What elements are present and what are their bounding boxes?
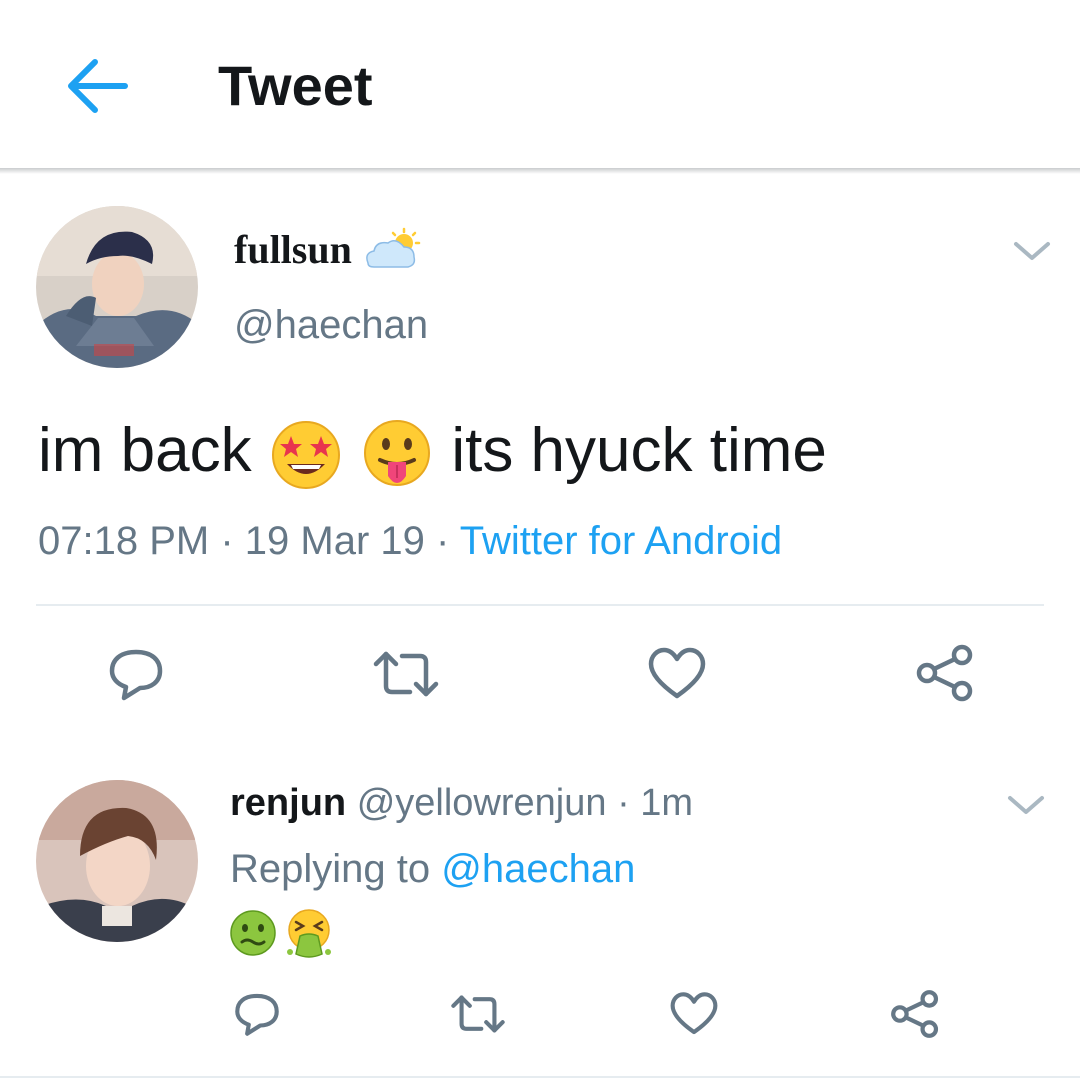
avatar-image <box>36 206 198 368</box>
heart-icon <box>648 647 706 699</box>
vomiting-face-emoji <box>287 909 331 958</box>
reply-button[interactable] <box>100 642 172 706</box>
reply-author-handle[interactable]: @yellowrenjun <box>357 782 607 824</box>
avatar-fullsun[interactable] <box>36 206 198 368</box>
meta-separator: · <box>436 519 450 563</box>
author-display-name: fullsun <box>234 227 352 272</box>
share-button[interactable] <box>910 640 980 706</box>
app-bar-shadow <box>0 168 1080 174</box>
reply-age: 1m <box>640 782 694 824</box>
tweet-time: 07:18 PM <box>38 519 210 563</box>
replying-to-line: Replying to @haechan <box>230 844 635 894</box>
arrow-left-icon <box>68 59 128 113</box>
comment-icon <box>109 649 163 701</box>
reply-text <box>228 908 336 958</box>
reply-retweet-button[interactable] <box>446 988 510 1040</box>
tweet-date: 19 Mar 19 <box>244 519 425 563</box>
back-button[interactable] <box>58 48 134 124</box>
tweet-author-name[interactable]: fullsun <box>234 226 424 274</box>
tweet-menu-button[interactable] <box>1010 238 1054 266</box>
retweet-button[interactable] <box>366 642 446 706</box>
replying-to-mention[interactable]: @haechan <box>441 847 635 891</box>
reply-like-button[interactable] <box>666 988 722 1040</box>
avatar-image <box>36 780 198 942</box>
tweet-text-start: im back <box>38 416 252 485</box>
reply-author-name[interactable]: renjun <box>230 782 346 824</box>
tweet-text: im back its hyuck time <box>38 414 827 492</box>
divider <box>0 1076 1080 1078</box>
page-title: Tweet <box>218 54 373 117</box>
meta-separator: · <box>617 782 630 824</box>
avatar-renjun[interactable] <box>36 780 198 942</box>
tweet-source-link[interactable]: Twitter for Android <box>460 519 782 563</box>
tweet-text-end: its hyuck time <box>451 416 827 485</box>
divider <box>36 604 1044 606</box>
sun-behind-cloud-icon <box>365 227 421 268</box>
retweet-icon <box>451 995 505 1033</box>
tongue-out-emoji <box>364 419 431 486</box>
heart-icon <box>670 992 718 1035</box>
star-struck-emoji <box>271 420 340 489</box>
comment-icon <box>235 993 279 1036</box>
share-icon <box>891 990 939 1038</box>
like-button[interactable] <box>644 642 710 706</box>
author-handle[interactable]: @haechan <box>234 300 428 350</box>
meta-separator: · <box>220 519 234 563</box>
nauseated-face-emoji <box>230 910 276 956</box>
top-app-bar: Tweet <box>0 0 1080 168</box>
replying-to-label: Replying to <box>230 847 431 891</box>
chevron-down-icon <box>1014 242 1050 260</box>
reply-share-button[interactable] <box>886 986 944 1042</box>
reply-header: renjun @yellowrenjun · 1m <box>230 780 693 826</box>
share-icon <box>916 644 973 702</box>
retweet-icon <box>373 651 439 697</box>
tweet-meta: 07:18 PM · 19 Mar 19 · Twitter for Andro… <box>38 516 782 566</box>
reply-menu-button[interactable] <box>1004 792 1048 820</box>
reply-reply-button[interactable] <box>228 988 286 1040</box>
chevron-down-icon <box>1008 796 1044 814</box>
